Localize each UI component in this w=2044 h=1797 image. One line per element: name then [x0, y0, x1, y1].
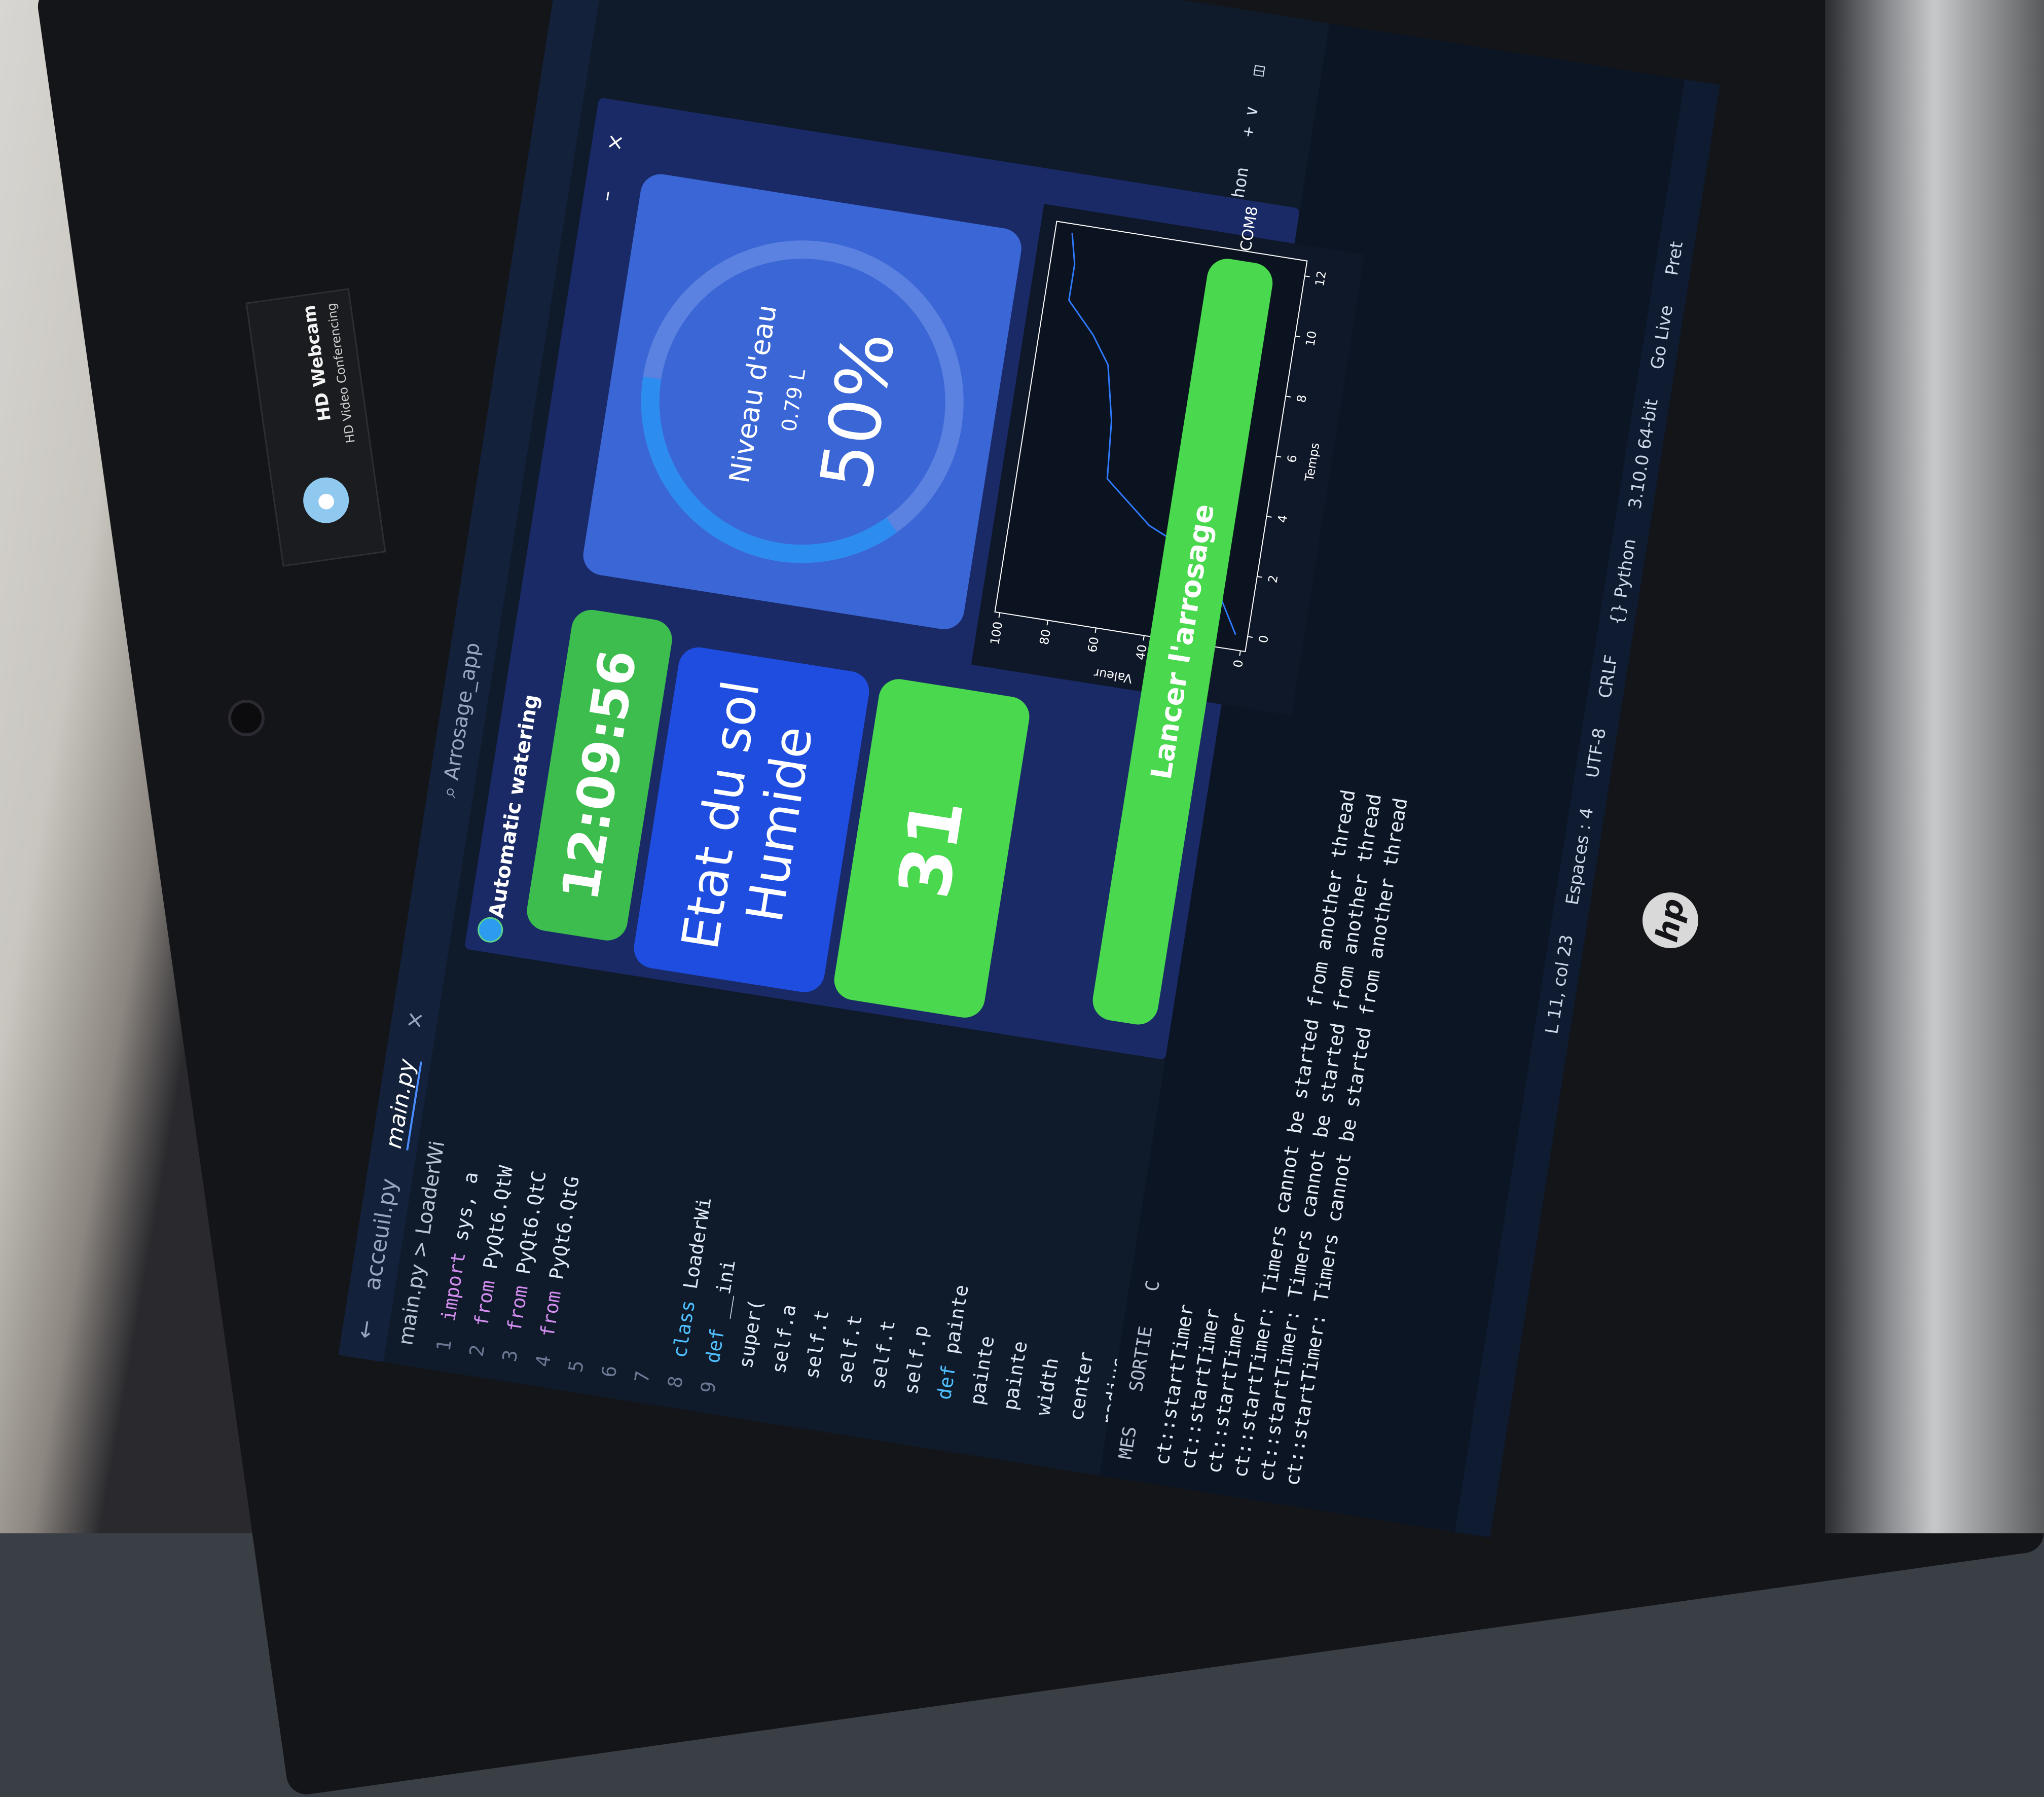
- y-tick-label: 80: [1037, 628, 1053, 646]
- x-tick-label: 2: [1265, 574, 1281, 584]
- x-tick-label: 10: [1303, 330, 1319, 348]
- status-encoding[interactable]: UTF-8: [1582, 727, 1610, 779]
- back-arrow-icon[interactable]: ←: [351, 1318, 380, 1340]
- code-text: self.t: [800, 1308, 833, 1381]
- line-number: 5: [564, 1358, 589, 1374]
- code-keyword: class: [668, 1299, 700, 1359]
- panel-tab-problems[interactable]: MES: [1113, 1424, 1144, 1461]
- code-keyword: from: [469, 1278, 499, 1328]
- line-number: [747, 1369, 752, 1399]
- close-button[interactable]: ×: [601, 131, 629, 153]
- line-number: [1011, 1411, 1016, 1441]
- laptop-hinge: [1825, 0, 2044, 1533]
- split-terminal-icon[interactable]: ◫: [1248, 64, 1269, 77]
- code-text: self.t: [866, 1318, 900, 1391]
- code-text: center: [1065, 1350, 1098, 1422]
- minimize-button[interactable]: –: [593, 189, 619, 203]
- screen: ← acceuil.py main.py × ⌕ Arrosage_app ma…: [338, 0, 1720, 1538]
- status-indent[interactable]: Espaces : 4: [1562, 806, 1597, 907]
- code-text: width: [1032, 1356, 1063, 1417]
- y-tick: [1239, 651, 1241, 656]
- code-keyword: def: [701, 1326, 729, 1365]
- code-keyword: def: [932, 1363, 960, 1401]
- x-tick: [1266, 516, 1272, 518]
- status-eol[interactable]: CRLF: [1595, 654, 1622, 700]
- y-tick: [1046, 620, 1048, 626]
- y-tick-label: 60: [1085, 636, 1102, 654]
- x-tick: [1257, 576, 1262, 578]
- line-number: 2: [465, 1343, 489, 1358]
- line-number: 3: [498, 1348, 522, 1363]
- tab-acceuil[interactable]: acceuil.py: [359, 1176, 402, 1292]
- x-tick-label: 0: [1256, 634, 1271, 644]
- code-text: self.a: [767, 1303, 800, 1375]
- soil-state-card: Etat du sol Humide: [631, 644, 872, 995]
- x-tick: [1285, 396, 1291, 398]
- code-text: self.t: [833, 1313, 866, 1386]
- line-number: [1077, 1421, 1082, 1451]
- x-tick-label: 12: [1312, 270, 1329, 287]
- x-tick: [1276, 455, 1282, 458]
- line-number: 9: [696, 1380, 720, 1395]
- line-number: [813, 1380, 818, 1410]
- line-number: [1044, 1416, 1049, 1446]
- x-tick-label: 8: [1294, 394, 1309, 404]
- line-number: [912, 1395, 917, 1425]
- y-tick: [998, 613, 1001, 618]
- panel-tab-console[interactable]: C: [1139, 1278, 1167, 1293]
- new-terminal-button[interactable]: + ∨: [1237, 104, 1262, 138]
- line-number: 1: [432, 1338, 456, 1353]
- line-number: [945, 1400, 950, 1430]
- x-tick: [1304, 275, 1310, 277]
- x-tick: [1295, 335, 1300, 338]
- panel-tab-output[interactable]: SORTIE: [1123, 1324, 1160, 1394]
- camera-icon: ●: [300, 474, 352, 526]
- tab-main[interactable]: main.py: [380, 1057, 422, 1151]
- code-text: painte: [998, 1339, 1032, 1412]
- code-text: self.p: [899, 1323, 933, 1396]
- line-number: 6: [597, 1364, 622, 1379]
- line-number: [978, 1406, 983, 1435]
- y-tick: [1094, 628, 1097, 633]
- search-icon: ⌕: [437, 778, 463, 800]
- line-number: [879, 1390, 884, 1420]
- code-text: super(: [734, 1298, 768, 1370]
- status-language[interactable]: {} Python: [1607, 537, 1640, 627]
- status-prettier[interactable]: Pret: [1662, 240, 1687, 277]
- x-axis-label: Temps: [1302, 442, 1323, 483]
- water-level-card: Niveau d'eau 0.79 L 50%: [580, 171, 1025, 632]
- y-tick-label: 0: [1231, 659, 1246, 668]
- y-axis-label: Valeur: [1093, 666, 1133, 686]
- line-number: [780, 1375, 785, 1405]
- code-keyword: from: [536, 1289, 566, 1339]
- webcam-lens: [228, 700, 265, 736]
- line-number: [846, 1385, 851, 1415]
- watering-app-window: Automatic watering – × 12:09:56 Etat du …: [464, 97, 1365, 1060]
- line-number: 7: [630, 1369, 654, 1384]
- code-keyword: from: [503, 1284, 532, 1334]
- line-number: 8: [663, 1374, 687, 1390]
- status-go-live[interactable]: Go Live: [1647, 304, 1677, 371]
- x-tick-label: 6: [1285, 454, 1300, 463]
- code-text: __ini: [706, 1258, 740, 1331]
- code-text: painte: [965, 1334, 999, 1407]
- y-tick-label: 100: [988, 621, 1005, 646]
- line-number: 4: [531, 1353, 555, 1369]
- webcam-subtitle: HD Video Conferencing: [324, 302, 358, 444]
- x-tick: [1247, 636, 1253, 638]
- x-tick-label: 4: [1275, 514, 1290, 524]
- code-keyword: import: [436, 1250, 470, 1323]
- water-drop-icon: [476, 915, 505, 945]
- close-tab-icon[interactable]: ×: [400, 1009, 428, 1031]
- y-tick: [1143, 635, 1145, 641]
